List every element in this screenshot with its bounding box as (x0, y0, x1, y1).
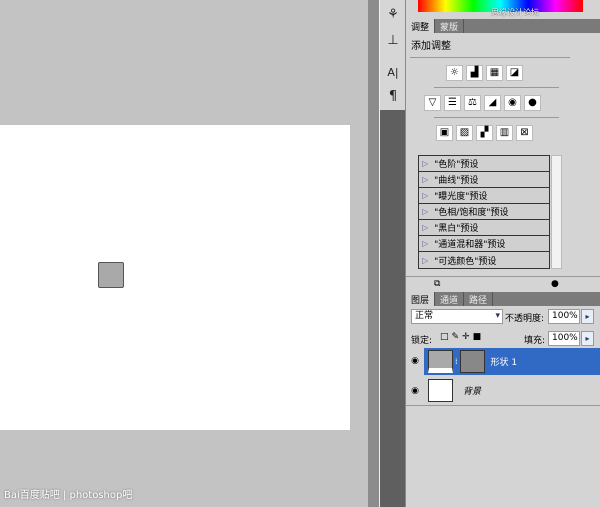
tab-layers[interactable]: 图层 (406, 292, 436, 306)
vector-mask-thumbnail (459, 350, 485, 373)
invert-icon[interactable]: ▣ (436, 125, 453, 141)
opacity-input[interactable]: 100% (548, 309, 580, 324)
canvas-area[interactable]: Bai百度贴吧 | photoshop吧 (0, 0, 368, 507)
expand-triangle-icon: ▷ (422, 223, 429, 232)
layer-row-shape[interactable]: ◉ ⁞ 形状 1 (406, 348, 600, 375)
preset-list: ▷ "色阶"预设 ▷ "曲线"预设 ▷ "曝光度"预设 ▷ "色相/饱和度"预设 ▷ "黑… (418, 155, 550, 269)
expand-triangle-icon: ▷ (422, 191, 429, 200)
hue-saturation-icon[interactable]: ☰ (444, 95, 461, 111)
blend-mode-select[interactable]: 正常 ▾ (411, 309, 503, 324)
preset-item[interactable]: ▷ "曝光度"预设 (419, 188, 549, 204)
preset-item[interactable]: ▷ "曲线"预设 (419, 172, 549, 188)
eye-icon[interactable]: ◉ (406, 386, 424, 396)
tab-adjustments[interactable]: 调整 (406, 19, 436, 33)
preset-item[interactable]: ▷ "可选颜色"预设 (419, 252, 549, 268)
add-adjustment-title: 添加调整 (411, 41, 451, 52)
three-d-icon[interactable]: ⚘ (384, 6, 402, 24)
opacity-label: 不透明度: (505, 314, 545, 324)
levels-icon[interactable]: ▟ (466, 65, 483, 81)
fill-input[interactable]: 100% (548, 331, 580, 346)
exposure-icon[interactable]: ◪ (506, 65, 523, 81)
visibility-toggle-icon[interactable]: ● (551, 279, 559, 289)
layer-thumbnail (428, 350, 453, 373)
selective-color-icon[interactable]: ⊠ (516, 125, 533, 141)
link-icon: ⁞ (455, 357, 458, 366)
preset-item[interactable]: ▷ "通道混和器"预设 (419, 236, 549, 252)
photo-filter-icon[interactable]: ◉ (504, 95, 521, 111)
layer-name: 形状 1 (490, 358, 518, 368)
adjust-tabs: 调整 蒙版 (406, 19, 600, 33)
layer-name: 背景 (463, 387, 482, 397)
watermark-bottom: Bai百度贴吧 | photoshop吧 (4, 490, 133, 501)
tab-paths[interactable]: 路径 (464, 292, 494, 306)
threshold-icon[interactable]: ▞ (476, 125, 493, 141)
fill-slider-button[interactable]: ▸ (581, 331, 594, 346)
lock-icons[interactable]: □✎✛■ (440, 332, 484, 342)
expand-triangle-icon: ▷ (422, 207, 429, 216)
character-icon[interactable]: A| (384, 64, 402, 82)
black-white-icon[interactable]: ◢ (484, 95, 501, 111)
curves-icon[interactable]: ▦ (486, 65, 503, 81)
tab-channels[interactable]: 通道 (435, 292, 465, 306)
vibrance-icon[interactable]: ▽ (424, 95, 441, 111)
gradient-map-icon[interactable]: ▥ (496, 125, 513, 141)
right-panels: 思缘设计论坛 www.missyuan.com 调整 蒙版 添加调整 ☼ ▟ ▦… (405, 0, 600, 507)
chevron-down-icon: ▾ (495, 311, 500, 321)
expand-triangle-icon: ▷ (422, 255, 429, 265)
stamp-icon[interactable]: ⊥ (384, 32, 402, 50)
opacity-slider-button[interactable]: ▸ (581, 309, 594, 324)
lock-label: 锁定: (411, 336, 433, 346)
panel-dock-icons: ⚘ ⊥ A| ¶ (379, 0, 406, 507)
eye-icon[interactable]: ◉ (406, 348, 424, 375)
layers-tabs: 图层 通道 路径 (406, 292, 600, 306)
fill-label: 填充: (524, 336, 546, 346)
tab-masks[interactable]: 蒙版 (435, 19, 465, 33)
paragraph-icon[interactable]: ¶ (384, 88, 402, 106)
channel-mixer-icon[interactable]: ● (524, 95, 541, 111)
preset-item[interactable]: ▷ "黑白"预设 (419, 220, 549, 236)
preset-item[interactable]: ▷ "色相/饱和度"预设 (419, 204, 549, 220)
expand-triangle-icon: ▷ (422, 159, 429, 168)
clip-to-layer-icon[interactable]: ⧉ (434, 279, 440, 289)
posterize-icon[interactable]: ▨ (456, 125, 473, 141)
color-balance-icon[interactable]: ⚖ (464, 95, 481, 111)
layer-row-background[interactable]: ◉ 背景 (406, 377, 600, 404)
preset-item[interactable]: ▷ "色阶"预设 (419, 156, 549, 172)
document-canvas[interactable] (0, 125, 350, 430)
layer-thumbnail (428, 379, 453, 402)
expand-triangle-icon: ▷ (422, 239, 429, 248)
shape-layer-rectangle[interactable] (98, 262, 124, 288)
brightness-icon[interactable]: ☼ (446, 65, 463, 81)
expand-triangle-icon: ▷ (422, 175, 429, 184)
panel-divider (368, 0, 379, 507)
preset-scrollbar[interactable] (551, 155, 562, 269)
